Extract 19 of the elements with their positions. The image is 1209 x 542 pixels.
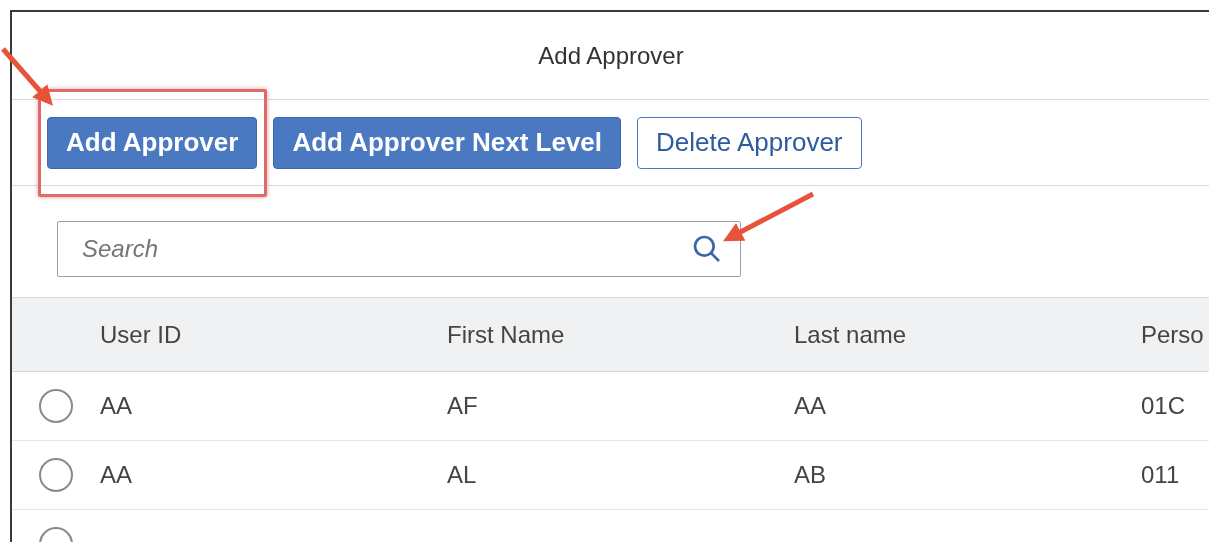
toolbar-button[interactable]: Delete Approver — [637, 116, 862, 169]
search-field[interactable]: Search — [57, 221, 741, 277]
table-cell-text: 01C — [1141, 391, 1187, 421]
table-cell-text: AA — [100, 391, 133, 421]
column-header: Perso — [1141, 319, 1205, 350]
table-cell-text: AF — [447, 391, 479, 421]
table-cell-text: AB — [794, 460, 827, 490]
table-cell-text: AA — [100, 460, 133, 490]
toolbar-button[interactable]: Add Approver — [47, 116, 258, 169]
toolbar-button[interactable]: Add Approver Next Level — [273, 116, 622, 169]
column-header: Last name — [794, 319, 908, 350]
column-header: First Name — [447, 319, 566, 350]
table-cell-text: AA — [794, 391, 827, 421]
radio-button[interactable] — [39, 458, 73, 492]
column-header: User ID — [100, 319, 183, 350]
table-cell-text: AL — [447, 460, 478, 490]
table-cell-text: 011 — [1141, 460, 1181, 490]
radio-button[interactable] — [39, 389, 73, 423]
dialog-title: Add Approver — [538, 40, 684, 71]
